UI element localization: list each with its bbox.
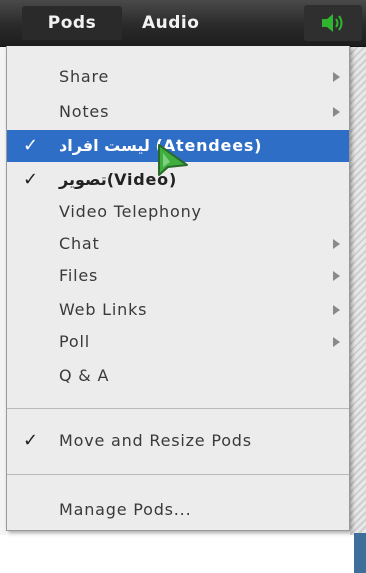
menu-item-manage-pods[interactable]: Manage Pods...: [7, 494, 349, 526]
menu-item-web-links[interactable]: Web Links: [7, 294, 349, 326]
submenu-arrow-icon: [333, 305, 340, 315]
menu-item-label: Move and Resize Pods: [59, 431, 252, 450]
submenu-arrow-icon: [333, 107, 340, 117]
mouse-pointer-icon: [158, 144, 188, 176]
speaker-icon: [322, 14, 343, 32]
menu-item-move-resize-pods[interactable]: ✓ Move and Resize Pods: [7, 425, 349, 457]
pods-dropdown-menu: Share Notes ✓ ليست افراد (Atendees) ✓ تص…: [6, 46, 350, 531]
menu-item-label: Files: [59, 266, 99, 285]
checkmark-icon: ✓: [23, 169, 39, 190]
menu-item-label: Poll: [59, 332, 90, 351]
submenu-arrow-icon: [333, 72, 340, 82]
menu-item-notes[interactable]: Notes: [7, 96, 349, 128]
menu-separator: [7, 408, 349, 409]
menu-item-share[interactable]: Share: [7, 61, 349, 93]
submenu-arrow-icon: [333, 239, 340, 249]
menu-item-label: Notes: [59, 102, 110, 121]
menu-item-qa[interactable]: Q & A: [7, 360, 349, 392]
menu-bar: Pods Audio: [0, 0, 366, 47]
menu-separator: [7, 474, 349, 475]
menu-item-files[interactable]: Files: [7, 260, 349, 292]
menu-item-video-telephony[interactable]: Video Telephony: [7, 196, 349, 228]
checkmark-icon: ✓: [23, 135, 39, 156]
background-app-area: [350, 46, 366, 573]
checkmark-icon: ✓: [23, 430, 39, 451]
audio-menu[interactable]: Audio: [142, 6, 199, 40]
menu-item-chat[interactable]: Chat: [7, 228, 349, 260]
menu-item-poll[interactable]: Poll: [7, 326, 349, 358]
background-blue-block: [354, 533, 366, 573]
menu-item-label: Chat: [59, 234, 100, 253]
menu-item-label: Video Telephony: [59, 202, 202, 221]
speaker-button[interactable]: [304, 5, 362, 41]
pods-menu[interactable]: Pods: [22, 6, 122, 40]
menu-item-label: Web Links: [59, 300, 148, 319]
submenu-arrow-icon: [333, 271, 340, 281]
menu-item-label: Share: [59, 67, 110, 86]
menu-item-label: Q & A: [59, 366, 110, 385]
submenu-arrow-icon: [333, 337, 340, 347]
menu-item-label: Manage Pods...: [59, 500, 192, 519]
